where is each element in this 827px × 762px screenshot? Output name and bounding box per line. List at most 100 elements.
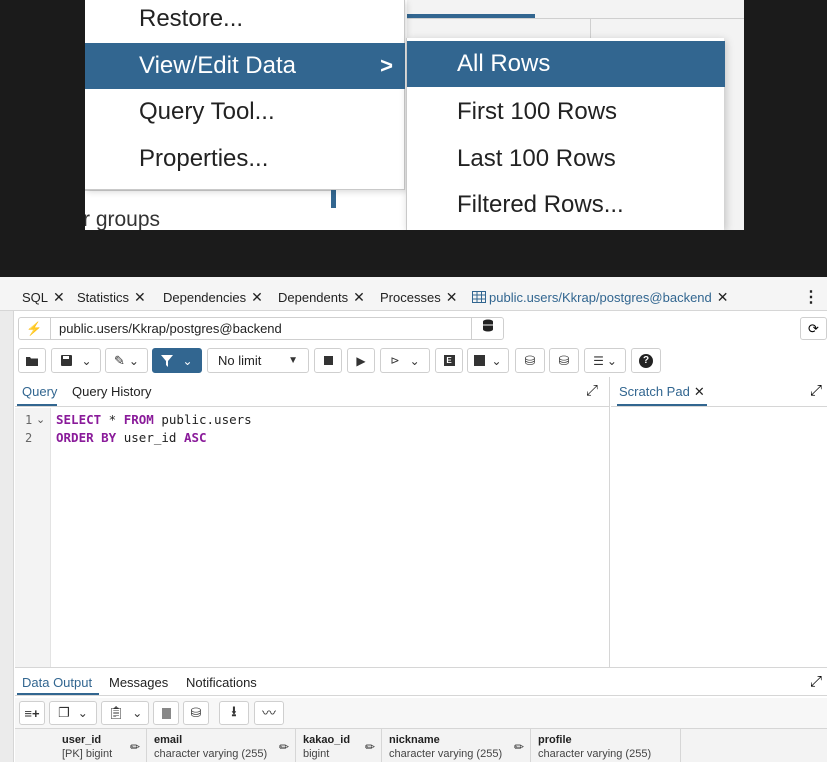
tab-notifications[interactable]: Notifications — [186, 675, 257, 690]
submenu-view-edit-data: All Rows First 100 Rows Last 100 Rows Fi… — [406, 38, 725, 230]
pencil-icon[interactable]: ✏︎ — [130, 740, 140, 754]
pencil-icon[interactable]: ✏︎ — [514, 740, 524, 754]
stop-icon — [323, 356, 333, 365]
download-button[interactable]: ⭳ — [219, 701, 249, 725]
database-icon[interactable] — [471, 318, 503, 339]
close-icon[interactable]: ✕ — [134, 289, 146, 305]
line-number: 1 — [25, 413, 33, 427]
tab-statistics[interactable]: Statistics ✕ — [77, 277, 146, 311]
save-data-button[interactable]: ⛁ — [183, 701, 209, 725]
left-scroll-strip — [0, 311, 14, 762]
save-button-group[interactable]: ⌄ — [51, 348, 101, 373]
chart-button-group[interactable]: ⌄ — [467, 348, 509, 373]
scratch-pad-header: Scratch Pad ✕ ⤢ — [611, 377, 827, 407]
background-tree-item: r groups — [85, 208, 161, 230]
pencil-icon[interactable]: ✏︎ — [279, 740, 289, 754]
menu-item-query-tool[interactable]: Query Tool... — [85, 89, 405, 135]
tab-label: Processes — [380, 290, 441, 305]
chevron-down-icon[interactable]: ⌄ — [410, 354, 420, 368]
menu-item-properties[interactable]: Properties... — [85, 136, 405, 182]
keyword: FROM — [123, 412, 154, 427]
column-type: character varying (255) — [154, 748, 268, 760]
close-icon[interactable]: ✕ — [53, 289, 65, 305]
keyword: ASC — [183, 430, 207, 445]
column-header-user-id[interactable]: user_id [PK] bigint ✏︎ — [55, 729, 147, 762]
execute-button[interactable]: ▶ — [347, 348, 375, 373]
pencil-icon[interactable]: ✏︎ — [365, 740, 375, 754]
submenu-item-all-rows[interactable]: All Rows — [407, 41, 725, 87]
fold-chevron-icon[interactable]: ⌄ — [36, 413, 45, 426]
macros-button-group[interactable]: ☰ ⌄ — [584, 348, 626, 373]
tab-label: Scratch Pad — [619, 384, 690, 399]
connection-status-icon[interactable]: ⚡ — [19, 318, 51, 339]
code-line[interactable]: SELECT * FROM public.users — [56, 412, 252, 427]
tab-messages[interactable]: Messages — [109, 675, 168, 690]
code-line[interactable]: ORDER BY user_id ASC — [56, 430, 207, 445]
chevron-down-icon[interactable]: ⌄ — [491, 354, 501, 368]
delete-button[interactable] — [153, 701, 179, 725]
column-type: character varying (255) — [538, 748, 652, 760]
explain-button-group[interactable]: ⊳ ⌄ — [380, 348, 430, 373]
help-button[interactable]: ? — [631, 348, 661, 373]
chevron-down-icon[interactable]: ⌄ — [607, 354, 617, 368]
copy-button-group[interactable]: ❐ ⌄ — [49, 701, 97, 725]
edit-button-group[interactable]: ✎ ⌄ — [105, 348, 148, 373]
explain-analyze-button[interactable]: E — [435, 348, 463, 373]
rollback-button[interactable]: ⛁ — [549, 348, 579, 373]
submenu-item-label: Last 100 Rows — [457, 145, 616, 172]
chevron-down-icon[interactable]: ⌄ — [129, 354, 139, 368]
column-header-email[interactable]: email character varying (255) ✏︎ — [147, 729, 296, 762]
close-icon[interactable]: ✕ — [717, 289, 729, 305]
row-limit-select[interactable]: No limit ▼ — [207, 348, 309, 373]
tab-query-history[interactable]: Query History — [72, 384, 151, 399]
database-check-icon: ⛁ — [524, 352, 536, 368]
filter-button-group[interactable]: ⌄ — [152, 348, 202, 373]
paste-button-group[interactable]: 📋︎ ⌄ — [101, 701, 149, 725]
refresh-connection-icon[interactable]: ⟳ — [800, 317, 827, 340]
tab-query[interactable]: Query — [22, 384, 57, 399]
close-icon[interactable]: ✕ — [353, 289, 365, 305]
column-header-nickname[interactable]: nickname character varying (255) ✏︎ — [382, 729, 531, 762]
submenu-item-first-100-rows[interactable]: First 100 Rows — [407, 89, 725, 135]
tab-dependents[interactable]: Dependents ✕ — [278, 277, 365, 311]
more-options-icon[interactable]: ⋮ — [803, 287, 819, 307]
expand-icon[interactable]: ⤢ — [810, 673, 822, 690]
chevron-down-icon[interactable]: ⌄ — [78, 706, 88, 720]
graph-visualiser-button[interactable]: 〰 — [254, 701, 284, 725]
menu-item-view-edit-data[interactable]: View/Edit Data > — [85, 43, 405, 89]
background-tab-line — [407, 18, 744, 19]
save-icon — [61, 355, 73, 366]
add-row-icon: ≡+ — [24, 705, 40, 721]
stop-button[interactable] — [314, 348, 342, 373]
column-header-kakao-id[interactable]: kakao_id bigint ✏︎ — [296, 729, 382, 762]
connection-bar[interactable]: ⚡ public.users/Kkrap/postgres@backend — [18, 317, 504, 340]
scratch-pad-panel: Scratch Pad ✕ ⤢ — [611, 377, 827, 667]
chevron-down-icon[interactable]: ⌄ — [81, 354, 91, 368]
chevron-down-icon[interactable]: ⌄ — [182, 354, 192, 368]
close-icon[interactable]: ✕ — [446, 289, 458, 305]
open-file-button[interactable] — [18, 348, 46, 373]
data-output-toolbar: ≡+ ❐ ⌄ 📋︎ ⌄ ⛁ ⭳ 〰 — [15, 698, 827, 728]
tab-label: Dependencies — [163, 290, 247, 305]
expand-icon[interactable]: ⤢ — [810, 382, 822, 399]
output-tabs: Data Output Messages Notifications ⤢ — [15, 668, 827, 696]
submenu-item-filtered-rows[interactable]: Filtered Rows... — [407, 182, 725, 228]
tab-query-users[interactable]: public.users/Kkrap/postgres@backend ✕ — [472, 277, 729, 311]
tab-processes[interactable]: Processes ✕ — [380, 277, 457, 311]
close-icon[interactable]: ✕ — [694, 384, 705, 399]
tab-dependencies[interactable]: Dependencies ✕ — [163, 277, 263, 311]
column-header-profile[interactable]: profile character varying (255) — [531, 729, 681, 762]
caret-down-icon: ▼ — [288, 355, 298, 366]
tab-data-output[interactable]: Data Output — [22, 675, 92, 690]
pencil-icon: ✎ — [114, 352, 125, 368]
chevron-down-icon[interactable]: ⌄ — [132, 706, 142, 720]
tab-scratch-pad[interactable]: Scratch Pad ✕ — [619, 384, 705, 400]
column-name: kakao_id — [303, 734, 351, 746]
expand-icon[interactable]: ⤢ — [586, 382, 598, 399]
close-icon[interactable]: ✕ — [251, 289, 263, 305]
tab-sql[interactable]: SQL ✕ — [22, 277, 65, 311]
add-row-button[interactable]: ≡+ — [19, 701, 45, 725]
commit-button[interactable]: ⛁ — [515, 348, 545, 373]
menu-item-restore[interactable]: Restore... — [85, 0, 405, 42]
submenu-item-last-100-rows[interactable]: Last 100 Rows — [407, 136, 725, 182]
